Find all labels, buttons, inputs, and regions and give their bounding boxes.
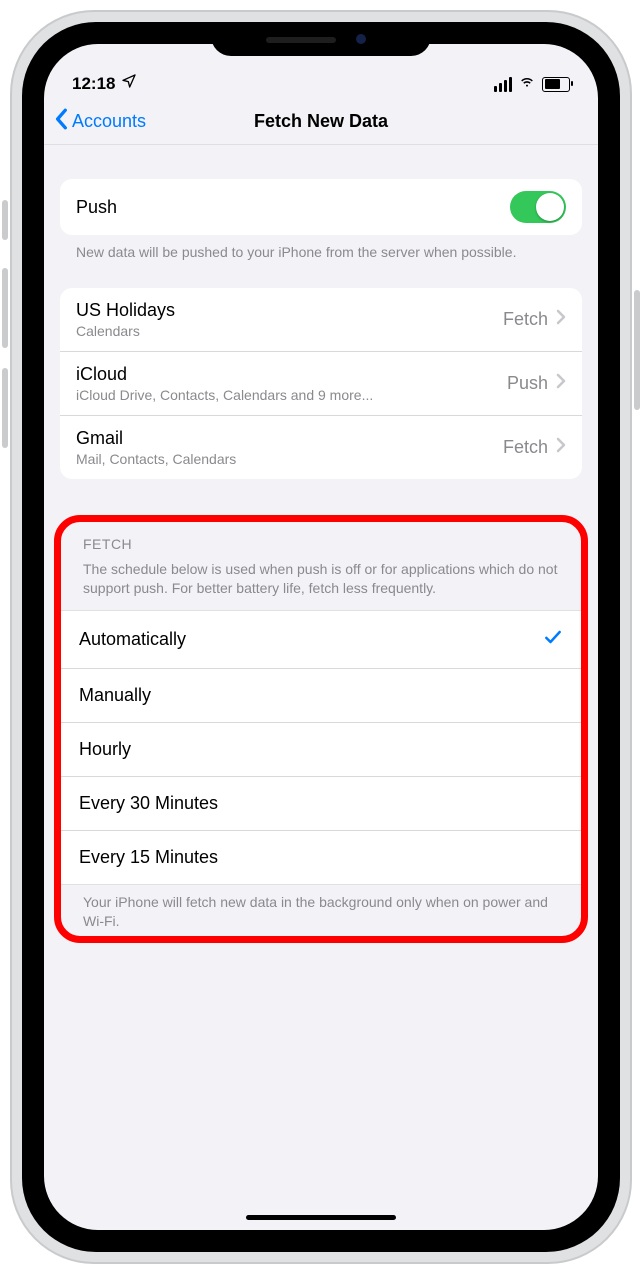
fetch-option-every-30[interactable]: Every 30 Minutes [61,777,581,831]
chevron-left-icon [54,108,70,135]
fetch-option-hourly[interactable]: Hourly [61,723,581,777]
page-title: Fetch New Data [254,111,388,132]
push-group: Push [60,179,582,235]
back-button[interactable]: Accounts [54,108,146,135]
account-sub: Mail, Contacts, Calendars [76,451,236,467]
chevron-right-icon [556,309,566,330]
account-row-us-holidays[interactable]: US Holidays Calendars Fetch [60,288,582,352]
account-mode: Push [507,373,548,394]
fetch-options-group: Automatically Manually Hourly Every 30 M… [61,610,581,885]
stage: 12:18 [0,0,642,1274]
status-time: 12:18 [72,74,115,94]
account-sub: Calendars [76,323,175,339]
fetch-section-label: FETCH [61,536,581,558]
fetch-option-label: Every 30 Minutes [79,793,218,814]
cellular-icon [494,77,512,92]
chevron-right-icon [556,437,566,458]
fetch-option-manually[interactable]: Manually [61,669,581,723]
account-name: Gmail [76,428,236,449]
wifi-icon [518,74,536,94]
fetch-option-every-15[interactable]: Every 15 Minutes [61,831,581,884]
home-indicator[interactable] [246,1215,396,1220]
fetch-footer: Your iPhone will fetch new data in the b… [61,885,581,931]
account-sub: iCloud Drive, Contacts, Calendars and 9 … [76,387,373,403]
push-label: Push [76,197,117,218]
push-row[interactable]: Push [60,179,582,235]
account-mode: Fetch [503,309,548,330]
accounts-group: US Holidays Calendars Fetch iCloud [60,288,582,479]
volume-down-button [2,368,8,448]
mute-switch [2,200,8,240]
account-row-icloud[interactable]: iCloud iCloud Drive, Contacts, Calendars… [60,352,582,416]
checkmark-icon [543,627,563,652]
fetch-header: The schedule below is used when push is … [61,558,581,606]
account-mode: Fetch [503,437,548,458]
location-icon [121,73,137,94]
notch [211,22,431,56]
phone-bezel: 12:18 [22,22,620,1252]
account-row-gmail[interactable]: Gmail Mail, Contacts, Calendars Fetch [60,416,582,479]
push-toggle[interactable] [510,191,566,223]
volume-up-button [2,268,8,348]
phone-frame: 12:18 [10,10,632,1264]
content-area: Push New data will be pushed to your iPh… [44,145,598,1230]
power-button [634,290,640,410]
chevron-right-icon [556,373,566,394]
screen: 12:18 [44,44,598,1230]
nav-bar: Accounts Fetch New Data [44,98,598,145]
fetch-option-label: Manually [79,685,151,706]
push-footer: New data will be pushed to your iPhone f… [44,235,598,262]
back-label: Accounts [72,111,146,132]
account-name: iCloud [76,364,373,385]
fetch-option-label: Every 15 Minutes [79,847,218,868]
battery-icon [542,77,570,92]
fetch-option-automatically[interactable]: Automatically [61,611,581,669]
fetch-option-label: Hourly [79,739,131,760]
account-name: US Holidays [76,300,175,321]
fetch-highlight: FETCH The schedule below is used when pu… [54,515,588,944]
fetch-option-label: Automatically [79,629,186,650]
